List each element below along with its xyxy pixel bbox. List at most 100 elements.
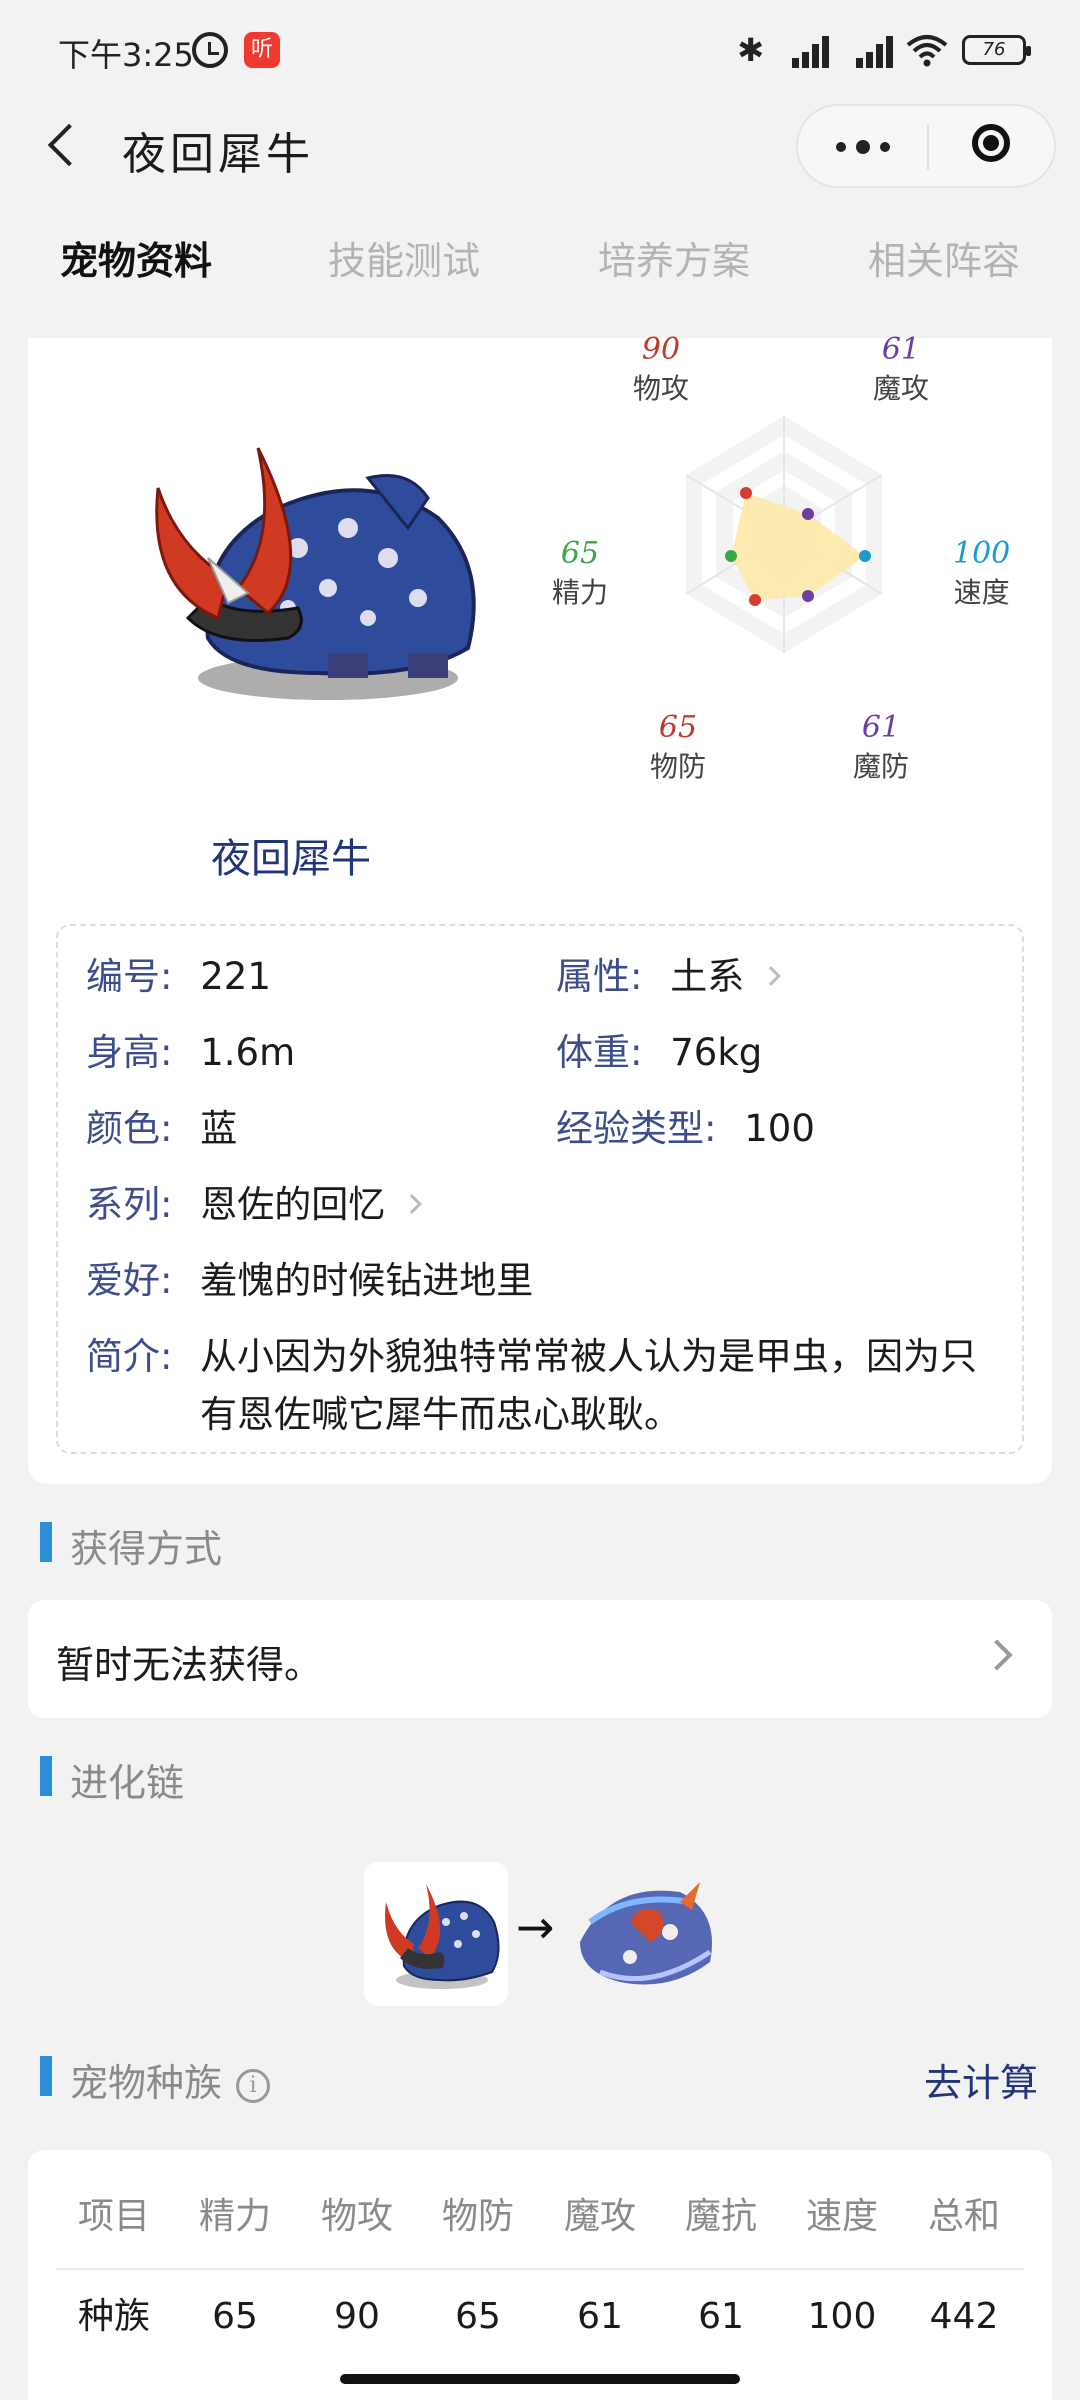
radar-point-phys-defense [749, 594, 761, 606]
obtain-method-row[interactable]: 暂时无法获得。 [28, 1600, 1052, 1718]
detail-number: 编号: 221 [86, 946, 271, 1000]
radar-label-phys-attack: 90 物攻 [633, 332, 690, 405]
tab-skill-test[interactable]: 技能测试 [328, 230, 480, 285]
radar-label-stamina: 65 精力 [552, 536, 609, 609]
table-header-cell: 物攻 [320, 2196, 393, 2237]
alarm-icon [192, 32, 228, 68]
table-header-cell: 魔抗 [684, 2196, 757, 2237]
table-cell: 61 [698, 2296, 744, 2337]
table-header-cell: 精力 [198, 2196, 271, 2237]
more-icon[interactable] [798, 106, 928, 186]
status-time: 下午3:25 [58, 36, 194, 74]
detail-color-label: 颜色: [86, 1107, 173, 1150]
calculate-link[interactable]: 去计算 [924, 2052, 1038, 2107]
radar-label-phys-defense: 65 物防 [650, 710, 707, 783]
radar-point-phys-attack [740, 487, 752, 499]
evolution-stage-1-image [385, 1884, 500, 1989]
detail-height: 身高: 1.6m [86, 1022, 295, 1076]
info-icon[interactable]: i [236, 2069, 271, 2103]
detail-attribute-label: 属性: [556, 955, 643, 998]
chevron-right-icon [402, 1194, 422, 1214]
radar-point-mag-defense [802, 590, 814, 602]
obtain-method-text: 暂时无法获得。 [56, 1643, 323, 1687]
back-icon[interactable] [40, 120, 90, 170]
table-divider [56, 2268, 1024, 2270]
detail-number-label: 编号: [86, 955, 173, 998]
race-section-title: 宠物种族 i [70, 2052, 271, 2107]
pet-name: 夜回犀牛 [211, 836, 371, 882]
close-icon[interactable] [928, 106, 1058, 186]
table-header-cell: 物防 [441, 2196, 514, 2237]
tab-training-plan[interactable]: 培养方案 [598, 230, 750, 285]
detail-color-value: 蓝 [200, 1107, 238, 1150]
detail-intro-line-2: 有恩佐喊它犀牛而忠心耿耿。 [200, 1393, 681, 1436]
tab-pet-info[interactable]: 宠物资料 [60, 230, 212, 285]
detail-hobby: 爱好: 羞愧的时候钻进地里 [86, 1250, 533, 1304]
table-header-cell: 项目 [77, 2196, 150, 2237]
tab-related-lineup[interactable]: 相关阵容 [868, 230, 1020, 285]
home-indicator[interactable] [340, 2374, 740, 2384]
evolution-stage-2-image [580, 1882, 712, 1985]
table-cell: 61 [577, 2296, 623, 2337]
wifi-icon [906, 33, 948, 67]
battery-icon: 76 [962, 35, 1031, 65]
detail-weight-label: 体重: [556, 1031, 643, 1074]
detail-attribute-value: 土系 [670, 955, 745, 998]
evolution-arrow: → [516, 1900, 555, 1954]
table-header-cell: 魔攻 [563, 2196, 636, 2237]
detail-weight-value: 76kg [670, 1031, 763, 1074]
section-marker [40, 1756, 52, 1796]
section-marker [40, 2056, 52, 2096]
detail-height-label: 身高: [86, 1031, 173, 1074]
table-cell: 100 [807, 2296, 877, 2337]
notification-app-icon: 听 [244, 32, 280, 68]
table-header-cell: 总和 [927, 2196, 1000, 2237]
radar-label-mag-attack: 61 魔攻 [873, 332, 930, 405]
detail-intro-line-1: 从小因为外貌独特常常被人认为是甲虫，因为只 [200, 1335, 977, 1378]
page-title: 夜回犀牛 [122, 129, 314, 180]
detail-weight: 体重: 76kg [556, 1022, 762, 1076]
signal-icon [778, 32, 829, 68]
radar-point-stamina [725, 550, 737, 562]
chevron-right-icon [981, 1639, 1013, 1671]
table-cell: 65 [455, 2296, 501, 2337]
evolution-stage-1[interactable] [364, 1862, 508, 2006]
pet-image [155, 447, 476, 700]
pet-details: 编号: 221 属性: 土系 身高: 1.6m 体重: 76kg 颜色: 蓝 经… [56, 924, 1024, 1454]
table-cell: 442 [929, 2296, 999, 2337]
pet-info-card: 90 物攻 61 魔攻 100 速度 61 魔防 65 物防 65 精力 夜回犀牛 编号: … [28, 332, 1052, 1484]
race-stats-table: 项目 精力 物攻 物防 魔攻 魔抗 速度 总和 种族 65 90 65 61 6… [28, 2150, 1052, 2400]
detail-series-value: 恩佐的回忆 [200, 1183, 386, 1226]
table-header-row: 项目 精力 物攻 物防 魔攻 魔抗 速度 总和 [56, 2172, 1024, 2262]
race-section-label: 宠物种族 [70, 2061, 223, 2105]
chevron-right-icon [761, 966, 781, 986]
detail-series[interactable]: 系列: 恩佐的回忆 [86, 1174, 422, 1228]
evolution-stage-2[interactable] [570, 1862, 720, 2006]
detail-hobby-label: 爱好: [86, 1259, 173, 1302]
detail-exp-type: 经验类型: 100 [556, 1098, 815, 1152]
table-cell: 65 [212, 2296, 258, 2337]
obtain-section-title: 获得方式 [70, 1527, 223, 1571]
table-cell: 90 [334, 2296, 380, 2337]
table-row: 种族 65 90 65 61 61 100 442 [56, 2272, 1024, 2362]
detail-exp-label: 经验类型: [556, 1107, 717, 1150]
table-header-cell: 速度 [805, 2196, 878, 2237]
radar-point-mag-attack [802, 508, 814, 520]
table-cell: 种族 [77, 2296, 150, 2337]
evolution-section-title: 进化链 [70, 1761, 185, 1805]
bluetooth-icon: ✱ [737, 31, 764, 69]
detail-hobby-value: 羞愧的时候钻进地里 [200, 1259, 534, 1302]
detail-intro-label: 简介: [86, 1335, 173, 1378]
detail-attribute[interactable]: 属性: 土系 [556, 946, 781, 1000]
detail-color: 颜色: 蓝 [86, 1098, 237, 1152]
section-marker [40, 1522, 52, 1562]
detail-height-value: 1.6m [200, 1031, 296, 1074]
radar-label-mag-defense: 61 魔防 [853, 710, 910, 783]
detail-series-label: 系列: [86, 1183, 173, 1226]
detail-exp-value: 100 [744, 1107, 815, 1150]
mini-program-capsule [796, 104, 1056, 188]
detail-number-value: 221 [200, 955, 271, 998]
nav-bar: 夜回犀牛 [0, 100, 1080, 192]
radar-label-speed: 100 速度 [953, 536, 1011, 609]
detail-intro: 简介: [86, 1326, 172, 1380]
